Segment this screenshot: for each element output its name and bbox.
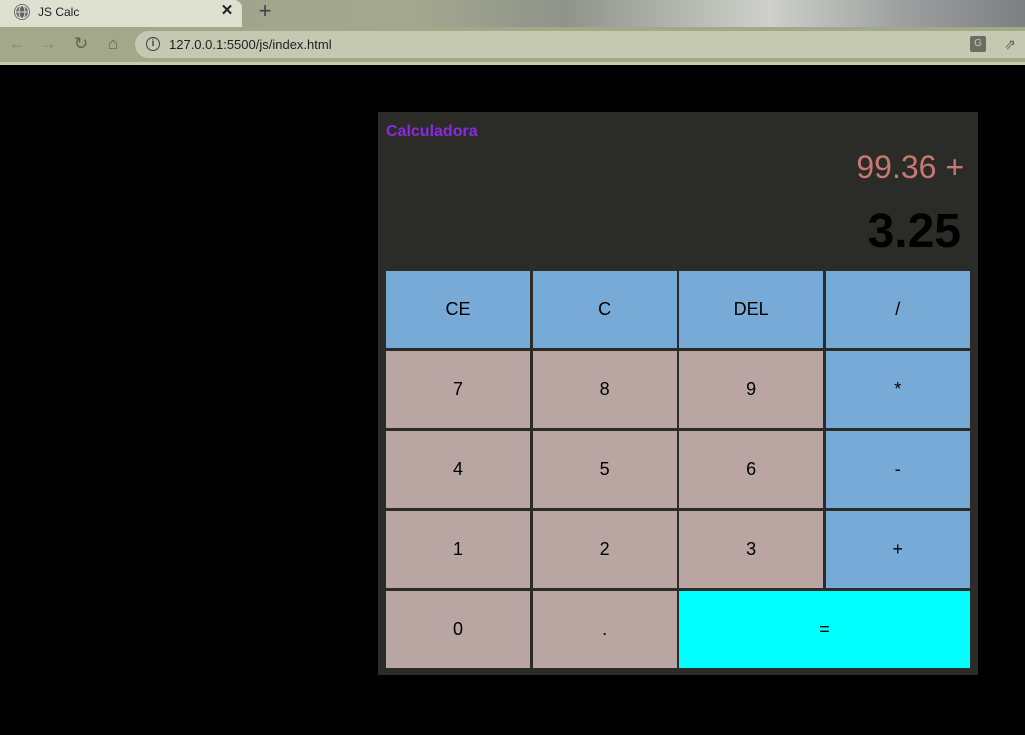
add-button[interactable]: + <box>825 511 970 588</box>
tab-strip: JS Calc ✕ + <box>0 0 1025 27</box>
clear-entry-button[interactable]: CE <box>386 271 530 348</box>
digit-3-button[interactable]: 3 <box>679 511 824 588</box>
subtract-button[interactable]: - <box>825 431 970 508</box>
multiply-button[interactable]: * <box>825 351 970 428</box>
delete-button[interactable]: DEL <box>679 271 824 348</box>
equals-button[interactable]: = <box>679 591 970 668</box>
share-icon[interactable]: ⇗ <box>1002 36 1018 52</box>
address-bar[interactable]: i 127.0.0.1:5500/js/index.html G ⇗ <box>135 31 1025 58</box>
toolbar-divider <box>0 62 1025 65</box>
digit-7-button[interactable]: 7 <box>386 351 530 428</box>
url-text[interactable]: 127.0.0.1:5500/js/index.html <box>169 37 332 52</box>
browser-toolbar: ← → ↻ ⌂ i 127.0.0.1:5500/js/index.html G… <box>0 27 1025 62</box>
digit-1-button[interactable]: 1 <box>386 511 530 588</box>
digit-2-button[interactable]: 2 <box>532 511 677 588</box>
new-tab-button[interactable]: + <box>253 0 277 24</box>
home-icon[interactable]: ⌂ <box>102 33 124 55</box>
clear-button[interactable]: C <box>532 271 677 348</box>
info-icon[interactable]: i <box>146 37 160 51</box>
translate-icon[interactable]: G <box>970 36 986 52</box>
keypad: CE C DEL / 7 8 9 * 4 5 6 - 1 2 3 + 0 . = <box>386 271 970 668</box>
reload-icon[interactable]: ↻ <box>70 33 92 55</box>
forward-arrow-icon[interactable]: → <box>37 33 59 55</box>
back-arrow-icon[interactable]: ← <box>6 33 28 55</box>
digit-5-button[interactable]: 5 <box>532 431 677 508</box>
digit-6-button[interactable]: 6 <box>679 431 824 508</box>
current-operand-display: 3.25 <box>867 205 961 258</box>
tab-title: JS Calc <box>38 5 80 19</box>
digit-0-button[interactable]: 0 <box>386 591 530 668</box>
divide-button[interactable]: / <box>825 271 970 348</box>
previous-operand-display: 99.36 + <box>856 149 964 185</box>
digit-4-button[interactable]: 4 <box>386 431 530 508</box>
calculator-title: Calculadora <box>386 123 478 140</box>
decimal-point-button[interactable]: . <box>532 591 677 668</box>
calculator: Calculadora 99.36 + 3.25 CE C DEL / 7 8 … <box>378 112 978 675</box>
digit-8-button[interactable]: 8 <box>532 351 677 428</box>
browser-tab[interactable]: JS Calc ✕ <box>0 0 242 27</box>
digit-9-button[interactable]: 9 <box>679 351 824 428</box>
close-icon[interactable]: ✕ <box>218 2 236 20</box>
globe-icon <box>14 4 30 20</box>
